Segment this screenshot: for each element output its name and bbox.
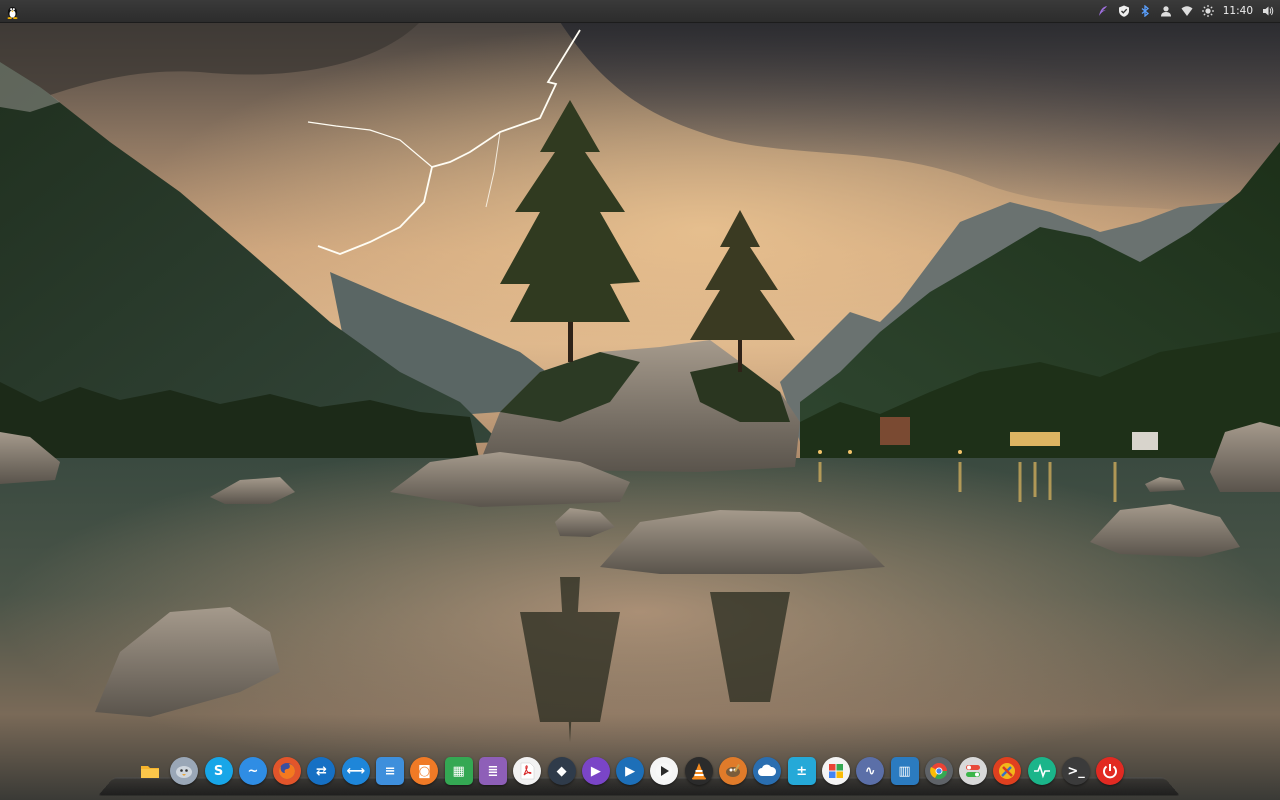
tux-icon[interactable]: [4, 3, 20, 19]
remote-desktop-icon[interactable]: ⟷: [341, 757, 370, 785]
shield-icon[interactable]: [1118, 5, 1130, 17]
terminal-icon[interactable]: >_: [1062, 757, 1091, 785]
user-icon[interactable]: [1160, 5, 1172, 17]
document-viewer-icon[interactable]: ≡: [376, 757, 405, 785]
wifi-icon[interactable]: [1181, 5, 1193, 17]
dock: S ~ ⇄ ⟷ ≡ ◙ ▦ ≣ ◆ ▶ ▶ ± ∿ ▥ >_: [98, 752, 1180, 798]
screenshot-icon[interactable]: ◙: [410, 757, 439, 785]
skype-icon[interactable]: S: [204, 757, 233, 785]
video-player-icon[interactable]: ▶: [616, 757, 645, 785]
desktop-wallpaper: [0, 22, 1280, 800]
cloud-icon[interactable]: [753, 757, 782, 785]
power-icon[interactable]: [1096, 757, 1125, 785]
files-icon[interactable]: [136, 757, 164, 785]
firefox-icon[interactable]: [273, 757, 302, 785]
media-player-icon[interactable]: ▶: [581, 757, 610, 785]
chromium-icon[interactable]: [924, 757, 953, 785]
toggle-icon[interactable]: [959, 757, 988, 785]
activity-monitor-icon[interactable]: [1027, 757, 1056, 785]
brightness-icon[interactable]: [1201, 5, 1214, 17]
spreadsheet-icon[interactable]: ▦: [444, 757, 473, 785]
pdf-icon[interactable]: [513, 757, 542, 785]
volume-icon[interactable]: [1262, 5, 1274, 17]
messenger-icon[interactable]: ~: [238, 757, 267, 785]
kodi-icon[interactable]: ◆: [547, 757, 576, 785]
gimp-icon[interactable]: [719, 757, 748, 785]
system-monitor-icon[interactable]: ▥: [890, 757, 919, 785]
clock[interactable]: 11:40: [1223, 5, 1253, 17]
pidgin-icon[interactable]: [170, 757, 199, 785]
software-center-icon[interactable]: [821, 757, 850, 785]
dock-icons: S ~ ⇄ ⟷ ≡ ◙ ▦ ≣ ◆ ▶ ▶ ± ∿ ▥ >_: [136, 757, 1125, 785]
tools-icon[interactable]: [993, 757, 1022, 785]
text-editor-icon[interactable]: ≣: [478, 757, 507, 785]
top-panel: 11:40: [0, 0, 1280, 23]
settings-wave-icon[interactable]: ∿: [856, 757, 885, 785]
vlc-icon[interactable]: [684, 757, 713, 785]
calculator-icon[interactable]: ±: [787, 757, 816, 785]
mpv-icon[interactable]: [650, 757, 679, 785]
feather-icon[interactable]: [1097, 5, 1109, 17]
teamviewer-icon[interactable]: ⇄: [307, 757, 336, 785]
bluetooth-icon[interactable]: [1139, 5, 1151, 17]
